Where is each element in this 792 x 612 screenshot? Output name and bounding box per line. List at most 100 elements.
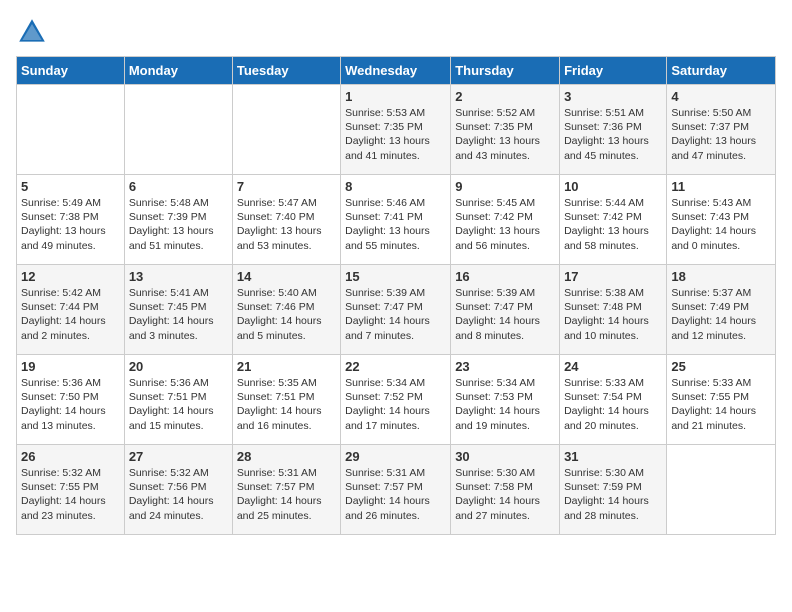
calendar-cell: 26 Sunrise: 5:32 AM Sunset: 7:55 PM Dayli… <box>17 445 125 535</box>
calendar-cell: 25 Sunrise: 5:33 AM Sunset: 7:55 PM Dayli… <box>667 355 776 445</box>
calendar-cell: 27 Sunrise: 5:32 AM Sunset: 7:56 PM Dayli… <box>124 445 232 535</box>
day-info: Sunrise: 5:36 AM Sunset: 7:50 PM Dayligh… <box>21 376 120 433</box>
calendar-week-row: 26 Sunrise: 5:32 AM Sunset: 7:55 PM Dayli… <box>17 445 776 535</box>
logo-icon <box>16 16 48 48</box>
day-info: Sunrise: 5:51 AM Sunset: 7:36 PM Dayligh… <box>564 106 662 163</box>
calendar-cell: 11 Sunrise: 5:43 AM Sunset: 7:43 PM Dayli… <box>667 175 776 265</box>
day-info: Sunrise: 5:34 AM Sunset: 7:53 PM Dayligh… <box>455 376 555 433</box>
day-number: 24 <box>564 359 662 374</box>
calendar-week-row: 5 Sunrise: 5:49 AM Sunset: 7:38 PM Daylig… <box>17 175 776 265</box>
calendar-cell <box>232 85 340 175</box>
calendar-cell: 2 Sunrise: 5:52 AM Sunset: 7:35 PM Daylig… <box>451 85 560 175</box>
calendar-cell: 14 Sunrise: 5:40 AM Sunset: 7:46 PM Dayli… <box>232 265 340 355</box>
calendar-cell: 12 Sunrise: 5:42 AM Sunset: 7:44 PM Dayli… <box>17 265 125 355</box>
day-info: Sunrise: 5:30 AM Sunset: 7:58 PM Dayligh… <box>455 466 555 523</box>
day-info: Sunrise: 5:39 AM Sunset: 7:47 PM Dayligh… <box>345 286 446 343</box>
calendar-cell: 16 Sunrise: 5:39 AM Sunset: 7:47 PM Dayli… <box>451 265 560 355</box>
day-info: Sunrise: 5:43 AM Sunset: 7:43 PM Dayligh… <box>671 196 771 253</box>
weekday-header-thursday: Thursday <box>451 57 560 85</box>
calendar-table: SundayMondayTuesdayWednesdayThursdayFrid… <box>16 56 776 535</box>
calendar-cell: 3 Sunrise: 5:51 AM Sunset: 7:36 PM Daylig… <box>560 85 667 175</box>
day-info: Sunrise: 5:49 AM Sunset: 7:38 PM Dayligh… <box>21 196 120 253</box>
day-number: 2 <box>455 89 555 104</box>
day-info: Sunrise: 5:33 AM Sunset: 7:55 PM Dayligh… <box>671 376 771 433</box>
calendar-cell: 20 Sunrise: 5:36 AM Sunset: 7:51 PM Dayli… <box>124 355 232 445</box>
day-number: 13 <box>129 269 228 284</box>
day-info: Sunrise: 5:50 AM Sunset: 7:37 PM Dayligh… <box>671 106 771 163</box>
day-info: Sunrise: 5:41 AM Sunset: 7:45 PM Dayligh… <box>129 286 228 343</box>
day-number: 4 <box>671 89 771 104</box>
day-info: Sunrise: 5:36 AM Sunset: 7:51 PM Dayligh… <box>129 376 228 433</box>
day-info: Sunrise: 5:52 AM Sunset: 7:35 PM Dayligh… <box>455 106 555 163</box>
day-number: 19 <box>21 359 120 374</box>
day-info: Sunrise: 5:31 AM Sunset: 7:57 PM Dayligh… <box>345 466 446 523</box>
day-number: 29 <box>345 449 446 464</box>
day-number: 3 <box>564 89 662 104</box>
day-number: 1 <box>345 89 446 104</box>
day-number: 25 <box>671 359 771 374</box>
calendar-cell: 5 Sunrise: 5:49 AM Sunset: 7:38 PM Daylig… <box>17 175 125 265</box>
day-info: Sunrise: 5:44 AM Sunset: 7:42 PM Dayligh… <box>564 196 662 253</box>
calendar-cell <box>17 85 125 175</box>
page-header <box>16 16 776 48</box>
calendar-cell: 30 Sunrise: 5:30 AM Sunset: 7:58 PM Dayli… <box>451 445 560 535</box>
calendar-header-row: SundayMondayTuesdayWednesdayThursdayFrid… <box>17 57 776 85</box>
day-number: 5 <box>21 179 120 194</box>
day-number: 17 <box>564 269 662 284</box>
calendar-cell: 23 Sunrise: 5:34 AM Sunset: 7:53 PM Dayli… <box>451 355 560 445</box>
day-info: Sunrise: 5:33 AM Sunset: 7:54 PM Dayligh… <box>564 376 662 433</box>
weekday-header-saturday: Saturday <box>667 57 776 85</box>
day-info: Sunrise: 5:47 AM Sunset: 7:40 PM Dayligh… <box>237 196 336 253</box>
calendar-cell: 18Sunrise: 5:37 AM Sunset: 7:49 PM Dayli… <box>667 265 776 355</box>
day-info: Sunrise: 5:53 AM Sunset: 7:35 PM Dayligh… <box>345 106 446 163</box>
day-info: Sunrise: 5:45 AM Sunset: 7:42 PM Dayligh… <box>455 196 555 253</box>
calendar-cell: 1 Sunrise: 5:53 AM Sunset: 7:35 PM Daylig… <box>341 85 451 175</box>
weekday-header-sunday: Sunday <box>17 57 125 85</box>
calendar-cell: 29 Sunrise: 5:31 AM Sunset: 7:57 PM Dayli… <box>341 445 451 535</box>
day-number: 23 <box>455 359 555 374</box>
calendar-cell: 13 Sunrise: 5:41 AM Sunset: 7:45 PM Dayli… <box>124 265 232 355</box>
day-info: Sunrise: 5:34 AM Sunset: 7:52 PM Dayligh… <box>345 376 446 433</box>
day-info: Sunrise: 5:39 AM Sunset: 7:47 PM Dayligh… <box>455 286 555 343</box>
calendar-cell: 7 Sunrise: 5:47 AM Sunset: 7:40 PM Daylig… <box>232 175 340 265</box>
day-number: 9 <box>455 179 555 194</box>
day-number: 11 <box>671 179 771 194</box>
calendar-cell <box>124 85 232 175</box>
day-number: 21 <box>237 359 336 374</box>
calendar-cell: 17 Sunrise: 5:38 AM Sunset: 7:48 PM Dayli… <box>560 265 667 355</box>
day-number: 27 <box>129 449 228 464</box>
day-number: 14 <box>237 269 336 284</box>
calendar-cell: 31 Sunrise: 5:30 AM Sunset: 7:59 PM Dayli… <box>560 445 667 535</box>
weekday-header-wednesday: Wednesday <box>341 57 451 85</box>
day-number: 26 <box>21 449 120 464</box>
day-number: 22 <box>345 359 446 374</box>
day-info: Sunrise: 5:48 AM Sunset: 7:39 PM Dayligh… <box>129 196 228 253</box>
weekday-header-monday: Monday <box>124 57 232 85</box>
day-info: Sunrise: 5:42 AM Sunset: 7:44 PM Dayligh… <box>21 286 120 343</box>
calendar-cell: 4 Sunrise: 5:50 AM Sunset: 7:37 PM Daylig… <box>667 85 776 175</box>
day-number: 18 <box>671 269 771 284</box>
weekday-header-tuesday: Tuesday <box>232 57 340 85</box>
calendar-cell: 6 Sunrise: 5:48 AM Sunset: 7:39 PM Daylig… <box>124 175 232 265</box>
day-number: 16 <box>455 269 555 284</box>
day-info: Sunrise: 5:32 AM Sunset: 7:55 PM Dayligh… <box>21 466 120 523</box>
day-number: 10 <box>564 179 662 194</box>
day-number: 20 <box>129 359 228 374</box>
day-info: Sunrise: 5:35 AM Sunset: 7:51 PM Dayligh… <box>237 376 336 433</box>
calendar-week-row: 19 Sunrise: 5:36 AM Sunset: 7:50 PM Dayli… <box>17 355 776 445</box>
day-info: Sunrise: 5:30 AM Sunset: 7:59 PM Dayligh… <box>564 466 662 523</box>
calendar-cell: 8Sunrise: 5:46 AM Sunset: 7:41 PM Daylig… <box>341 175 451 265</box>
day-info: Sunrise: 5:32 AM Sunset: 7:56 PM Dayligh… <box>129 466 228 523</box>
day-info: Sunrise: 5:38 AM Sunset: 7:48 PM Dayligh… <box>564 286 662 343</box>
day-info: Sunrise: 5:40 AM Sunset: 7:46 PM Dayligh… <box>237 286 336 343</box>
day-number: 6 <box>129 179 228 194</box>
calendar-cell: 21 Sunrise: 5:35 AM Sunset: 7:51 PM Dayli… <box>232 355 340 445</box>
day-number: 30 <box>455 449 555 464</box>
calendar-cell: 24 Sunrise: 5:33 AM Sunset: 7:54 PM Dayli… <box>560 355 667 445</box>
calendar-week-row: 1 Sunrise: 5:53 AM Sunset: 7:35 PM Daylig… <box>17 85 776 175</box>
weekday-header-friday: Friday <box>560 57 667 85</box>
day-number: 7 <box>237 179 336 194</box>
day-number: 8 <box>345 179 446 194</box>
day-number: 31 <box>564 449 662 464</box>
day-number: 12 <box>21 269 120 284</box>
